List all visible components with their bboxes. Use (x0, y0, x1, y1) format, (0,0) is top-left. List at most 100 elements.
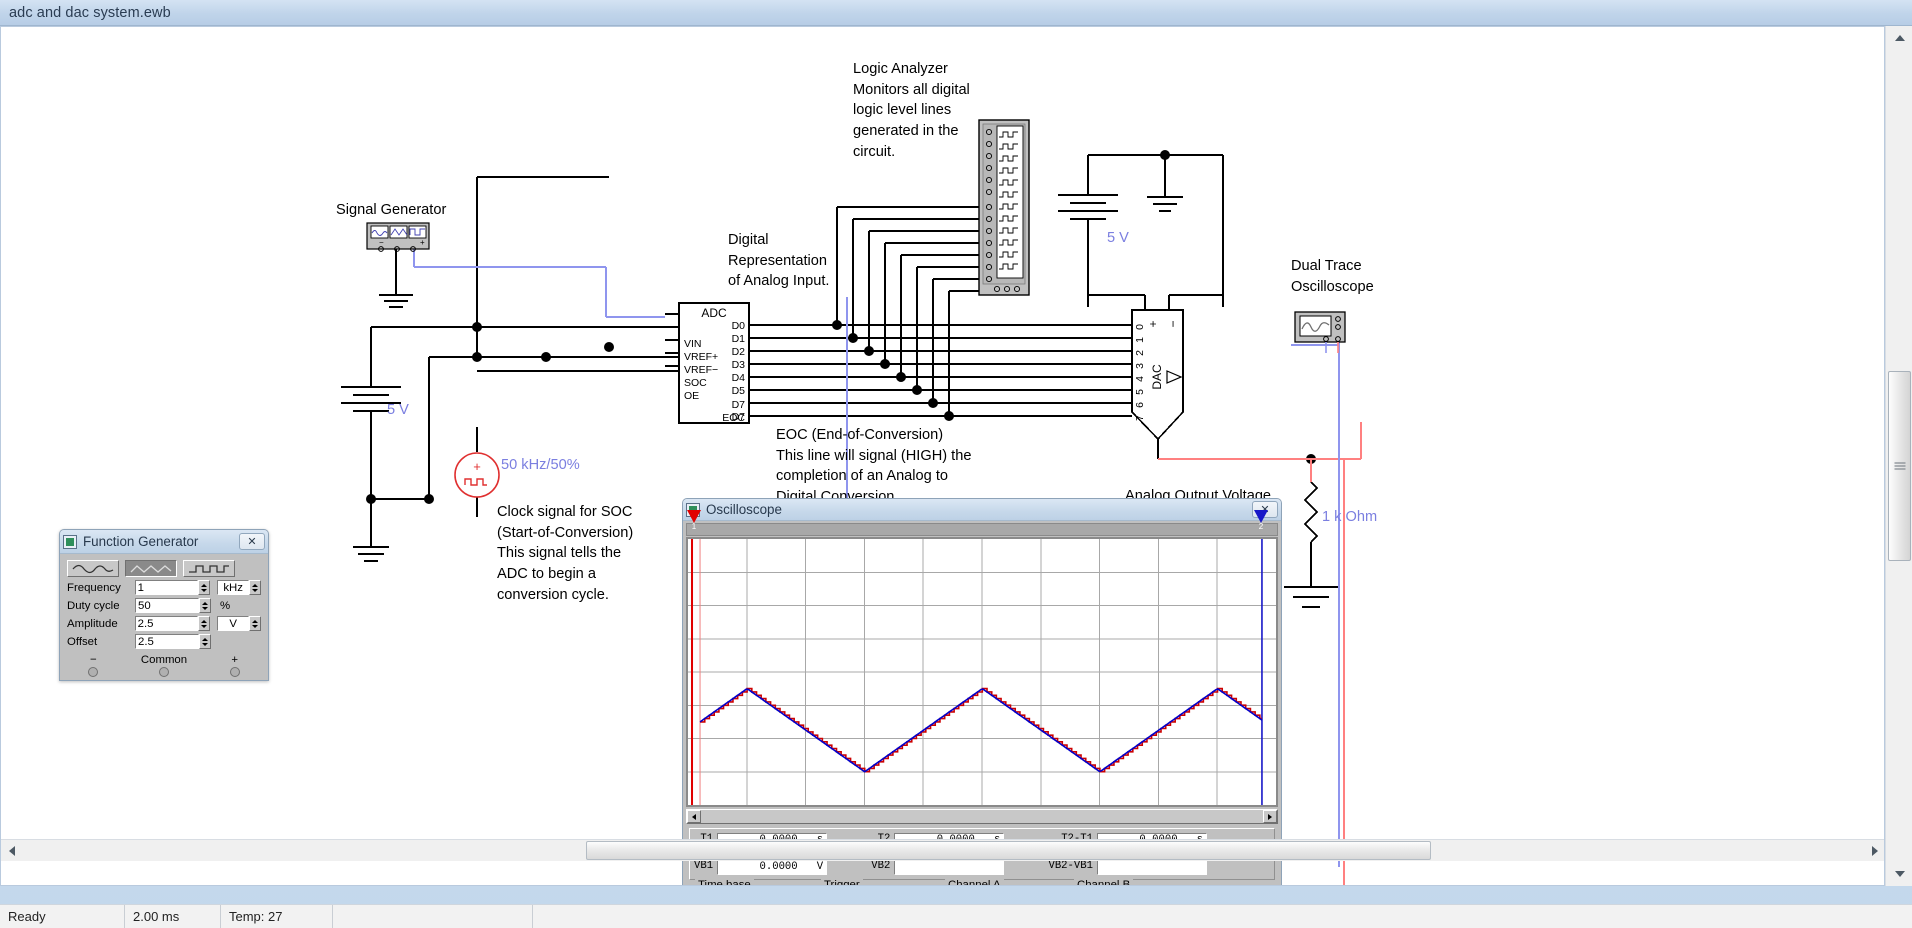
svg-text:1: 1 (1134, 337, 1146, 343)
oscilloscope-screen[interactable] (686, 537, 1278, 807)
oscilloscope-window[interactable]: Oscilloscope ✕ 1 2 VB1 0.0000 V VB2 VB2-… (682, 498, 1282, 885)
value-label-supply-5v-left: 5 V (387, 402, 409, 418)
svg-text:D2: D2 (732, 346, 746, 358)
svg-text:D1: D1 (732, 333, 746, 345)
offset-stepper[interactable] (199, 634, 211, 649)
canvas-vertical-scrollbar[interactable] (1885, 26, 1912, 886)
label-dual-trace-oscilloscope: Dual Trace Oscilloscope (1291, 258, 1374, 295)
schematic-canvas-area[interactable]: − + + ADC VIN VREF+ VREF− SOC OE D0 D1 D… (0, 26, 1885, 886)
clock-source-symbol: + (454, 452, 500, 498)
status-time: 2.00 ms (125, 905, 221, 928)
svg-text:+: + (420, 238, 425, 247)
waveform-button-group[interactable] (67, 560, 261, 577)
function-generator-title: Function Generator (83, 534, 199, 549)
scroll-up-icon[interactable] (1886, 26, 1912, 50)
svg-text:0: 0 (1134, 324, 1146, 330)
amplitude-row[interactable]: Amplitude 2.5 V (67, 616, 261, 631)
oscilloscope-title: Oscilloscope (706, 502, 782, 517)
adc-title: ADC (701, 306, 727, 320)
duty-cycle-unit: % (220, 599, 231, 612)
duty-cycle-input[interactable]: 50 (135, 598, 199, 613)
horizontal-scroll-thumb[interactable] (586, 841, 1431, 860)
window-title: adc and dac system.ewb (9, 4, 171, 21)
terminal-negative-label: − (89, 654, 97, 666)
svg-text:+: + (473, 459, 481, 474)
amplitude-unit-select[interactable]: V (217, 616, 250, 631)
function-generator-titlebar[interactable]: Function Generator ✕ (60, 530, 268, 554)
note-digital-representation: Digital Representation of Analog Input. (728, 232, 830, 290)
channel-b-title: Channel B (1074, 879, 1134, 885)
svg-text:2: 2 (1134, 350, 1146, 356)
svg-text:5: 5 (1134, 389, 1146, 395)
terminal-row: − Common + (67, 654, 261, 677)
oscilloscope-trace-plot (688, 539, 1276, 805)
amplitude-stepper[interactable] (198, 616, 211, 631)
sine-wave-button[interactable] (67, 560, 119, 577)
amplitude-label: Amplitude (67, 617, 118, 630)
cursor-bar[interactable]: 1 2 (686, 510, 1278, 540)
scroll-left-icon[interactable] (1, 840, 23, 861)
triangle-wave-button[interactable] (125, 560, 177, 577)
cursor-1-handle[interactable]: 1 (687, 510, 701, 540)
svg-text:SOC: SOC (684, 377, 707, 389)
svg-text:D3: D3 (732, 359, 746, 371)
scroll-right-icon[interactable] (1263, 810, 1277, 823)
svg-text:VREF+: VREF+ (684, 351, 718, 363)
logic-analyzer-icon (978, 119, 1030, 296)
note-eoc: EOC (End-of-Conversion) This line will s… (776, 427, 972, 505)
window-titlebar: adc and dac system.ewb (0, 0, 1912, 26)
terminal-negative[interactable]: − (88, 654, 99, 677)
svg-text:−: − (1166, 320, 1180, 327)
horizontal-scroll-bar[interactable] (686, 809, 1278, 824)
window-icon (63, 534, 77, 549)
function-generator-window[interactable]: Function Generator ✕ Frequency 1 kHz Dut… (59, 529, 269, 681)
status-extra (333, 905, 533, 928)
dual-trace-oscilloscope-icon (1294, 311, 1346, 353)
svg-text:D0: D0 (732, 320, 746, 332)
duty-cycle-stepper[interactable] (199, 598, 211, 613)
note-soc-clock: Clock signal for SOC (Start-of-Conversio… (497, 504, 634, 603)
label-signal-generator: Signal Generator (336, 202, 447, 218)
terminal-positive[interactable]: + (229, 654, 240, 677)
value-label-clock: 50 kHz/50% (501, 457, 580, 473)
terminal-common-label: Common (140, 654, 188, 666)
duty-cycle-row[interactable]: Duty cycle 50 % (67, 598, 261, 613)
scroll-thumb-grip (1894, 461, 1905, 472)
terminal-negative-dot[interactable] (88, 667, 99, 677)
svg-text:−: − (379, 238, 384, 247)
square-wave-button[interactable] (183, 560, 235, 577)
svg-text:VIN: VIN (684, 338, 702, 350)
svg-text:7: 7 (1134, 415, 1146, 421)
scroll-right-icon[interactable] (1864, 840, 1884, 861)
offset-input[interactable]: 2.5 (135, 634, 199, 649)
frequency-unit-select[interactable]: kHz (217, 580, 250, 595)
value-label-resistor: 1 k Ohm (1322, 509, 1378, 525)
svg-text:VREF−: VREF− (684, 364, 718, 376)
frequency-stepper[interactable] (198, 580, 211, 595)
offset-row[interactable]: Offset 2.5 (67, 634, 261, 649)
oscilloscope-titlebar[interactable]: Oscilloscope ✕ (683, 499, 1281, 521)
frequency-input[interactable]: 1 (134, 580, 199, 595)
frequency-row[interactable]: Frequency 1 kHz (67, 580, 261, 595)
svg-text:OE: OE (684, 390, 699, 402)
terminal-positive-dot[interactable] (229, 667, 240, 677)
svg-text:6: 6 (1134, 402, 1146, 408)
svg-text:3: 3 (1134, 363, 1146, 369)
trigger-title: Trigger (821, 879, 863, 885)
svg-text:D4: D4 (732, 372, 746, 384)
vertical-scroll-thumb[interactable] (1888, 371, 1911, 561)
cursor-2-handle[interactable]: 2 (1254, 510, 1268, 540)
terminal-common[interactable]: Common (141, 654, 187, 677)
svg-text:4: 4 (1134, 376, 1146, 382)
svg-text:D7: D7 (732, 399, 746, 411)
amplitude-input[interactable]: 2.5 (134, 616, 199, 631)
close-icon[interactable]: ✕ (239, 533, 265, 550)
amplitude-unit-stepper[interactable] (249, 616, 261, 631)
value-label-supply-5v-right: 5 V (1107, 230, 1129, 246)
scroll-left-icon[interactable] (687, 810, 701, 823)
scroll-down-icon[interactable] (1886, 862, 1912, 886)
offset-label: Offset (67, 635, 98, 648)
canvas-horizontal-scrollbar[interactable] (1, 839, 1884, 861)
terminal-common-dot[interactable] (159, 667, 169, 677)
frequency-unit-stepper[interactable] (249, 580, 261, 595)
